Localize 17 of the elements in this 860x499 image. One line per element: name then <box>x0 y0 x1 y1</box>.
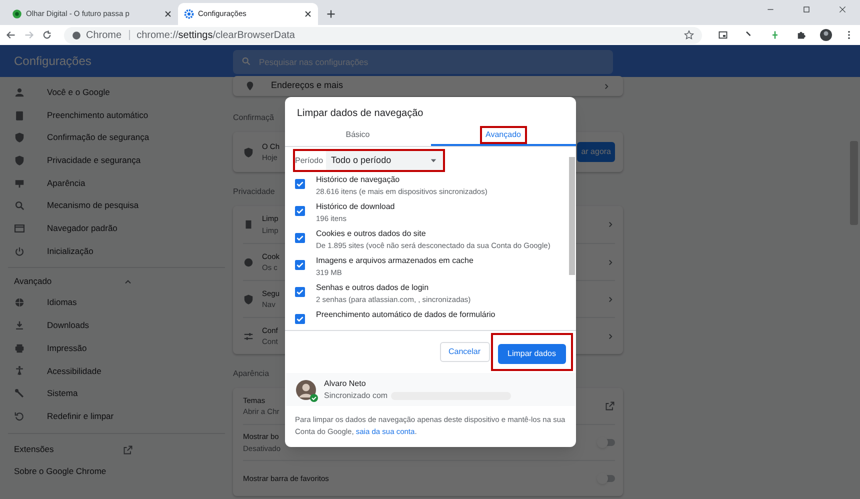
period-label: Período <box>295 154 324 166</box>
dialog-title: Limpar dados de navegação <box>296 107 424 121</box>
site-label: Chrome <box>86 28 122 42</box>
url-text: chrome://settings/clearBrowserData <box>136 28 295 42</box>
sync-status: Sincronizado com <box>324 390 388 402</box>
account-name: Alvaro Neto <box>324 378 367 390</box>
row-title: Endereços e mais <box>271 79 344 92</box>
section-heading: Confirmaçã <box>233 112 274 124</box>
option-title: Cookies e outros dados do site <box>316 228 427 240</box>
page-title: Configurações <box>13 53 92 70</box>
option-title: Preenchimento automático de dados de formulário <box>316 309 496 321</box>
option-title: Imagens e arquivos armazenados em cache <box>316 255 474 267</box>
option-title: Histórico de navegação <box>316 174 401 186</box>
section-heading: Aparência <box>233 368 270 380</box>
option-title: Histórico de download <box>316 201 395 213</box>
section-heading: Privacidade <box>233 186 275 198</box>
option-title: Senhas e outros dados de login <box>316 282 430 294</box>
